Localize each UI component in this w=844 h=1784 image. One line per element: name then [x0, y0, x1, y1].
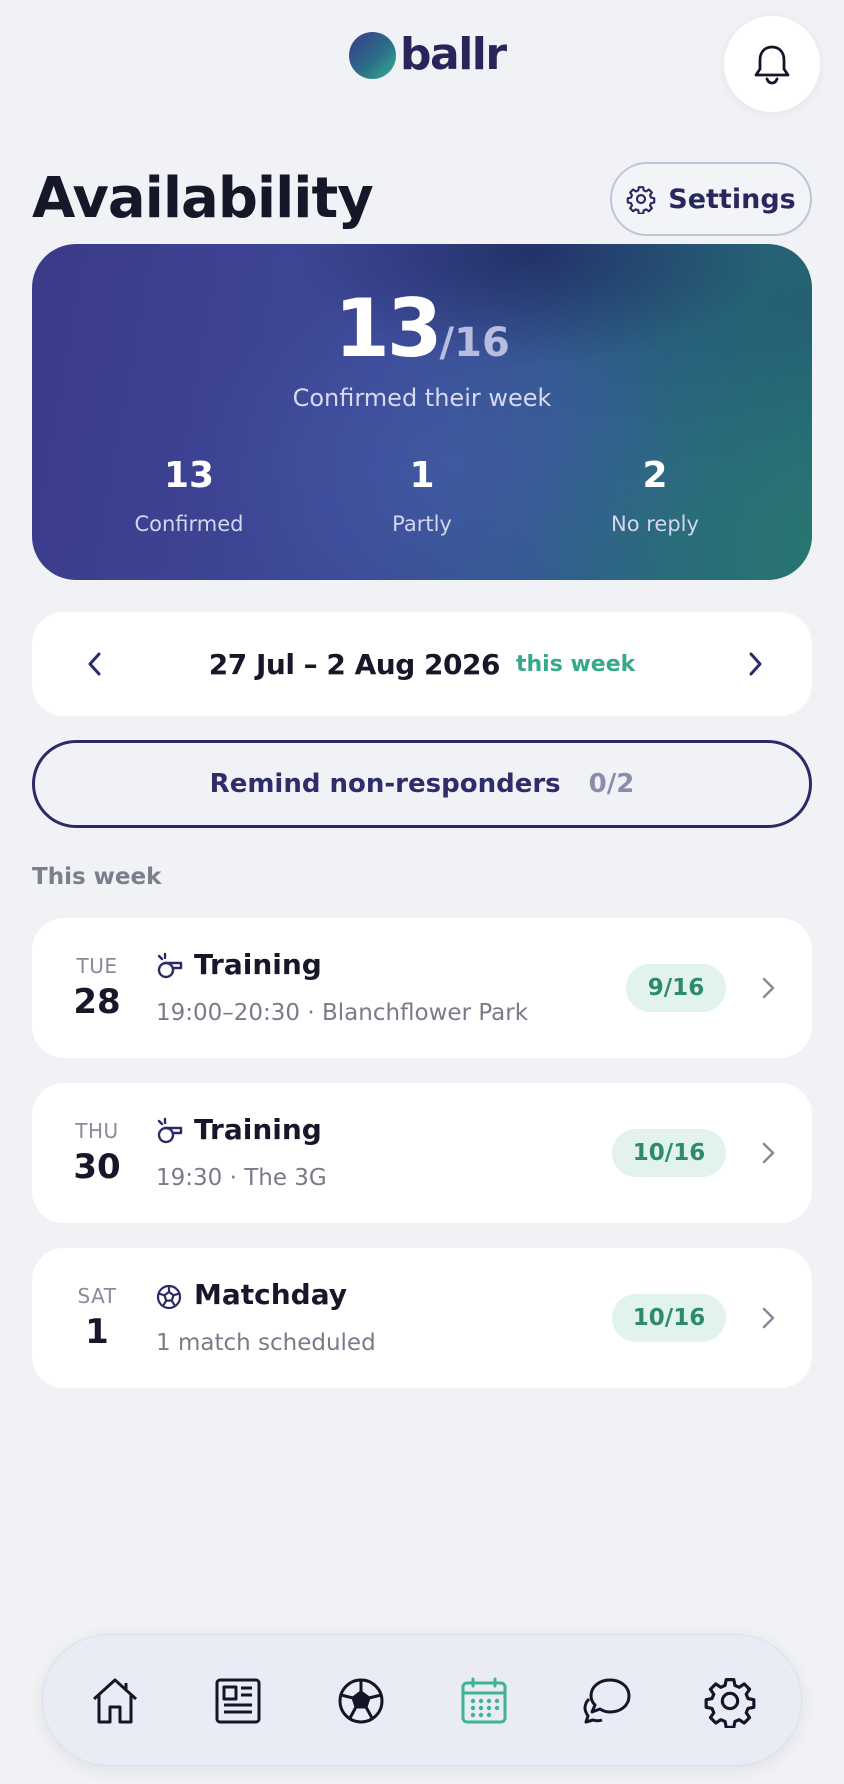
- this-week-tag: this week: [515, 651, 636, 677]
- availability-badge: 9/16: [626, 964, 726, 1012]
- logo-text: ballr: [400, 29, 507, 80]
- next-week-button[interactable]: [730, 639, 780, 689]
- event-details: 19:30 · The 3G: [156, 1165, 327, 1191]
- nav-chat[interactable]: [575, 1669, 639, 1733]
- event-card[interactable]: SAT 1 Matchday 1 match scheduled 10/16: [32, 1248, 812, 1388]
- stat-partly: 1 Partly: [322, 454, 522, 536]
- nav-news[interactable]: [206, 1669, 270, 1733]
- chevron-right-icon: [762, 1142, 775, 1164]
- settings-label: Settings: [668, 183, 796, 215]
- confirmed-count: 13: [334, 282, 442, 375]
- stat-label: No reply: [611, 512, 699, 536]
- chevron-left-icon: [88, 652, 101, 676]
- gear-icon: [704, 1678, 756, 1728]
- settings-button[interactable]: Settings: [610, 162, 812, 236]
- event-title: Training: [194, 1113, 322, 1146]
- notifications-button[interactable]: [724, 16, 820, 112]
- chevron-right-icon: [749, 652, 762, 676]
- logo-mark: [349, 31, 396, 79]
- week-label: 27 Jul – 2 Aug 2026 this week: [32, 612, 812, 716]
- nav-settings[interactable]: [698, 1669, 762, 1733]
- event-day: 28: [73, 982, 121, 1022]
- event-weekday: SAT: [77, 1284, 117, 1308]
- section-title: This week: [32, 864, 162, 890]
- news-icon: [215, 1678, 261, 1724]
- gear-icon: [626, 186, 656, 214]
- summary-caption: Confirmed their week: [292, 384, 552, 412]
- total-count: /16: [439, 320, 510, 366]
- event-weekday: TUE: [76, 954, 118, 978]
- nav-home[interactable]: [83, 1669, 147, 1733]
- remind-label: Remind non-responders: [209, 769, 561, 799]
- event-title: Matchday: [194, 1278, 348, 1311]
- bottom-navigation: [42, 1634, 802, 1766]
- nav-matches[interactable]: [329, 1669, 393, 1733]
- confirmed-ratio: 13/16: [32, 282, 812, 375]
- stat-label: Partly: [392, 512, 452, 536]
- stat-label: Confirmed: [134, 512, 244, 536]
- stat-value: 2: [642, 455, 668, 496]
- whistle-icon: [157, 1117, 183, 1144]
- stat-confirmed: 13 Confirmed: [89, 454, 289, 536]
- week-range: 27 Jul – 2 Aug 2026: [208, 647, 501, 681]
- remind-count: 0/2: [588, 769, 635, 799]
- weekly-summary-card: 13/16 Confirmed their week 13 Confirmed …: [32, 244, 812, 580]
- previous-week-button[interactable]: [70, 639, 120, 689]
- event-card[interactable]: THU 30 Training 19:30 · The 3G 10/16: [32, 1083, 812, 1223]
- soccer-ball-icon: [156, 1284, 182, 1310]
- page-title: Availability: [32, 166, 374, 231]
- stat-value: 13: [163, 455, 215, 496]
- event-weekday: THU: [75, 1119, 119, 1143]
- event-card[interactable]: TUE 28 Training 19:00–20:30 · Blanchflow…: [32, 918, 812, 1058]
- chat-icon: [583, 1678, 631, 1724]
- nav-availability[interactable]: [452, 1669, 516, 1733]
- chevron-right-icon: [762, 977, 775, 999]
- ballr-logo: ballr: [349, 29, 507, 80]
- stat-no-reply: 2 No reply: [555, 454, 755, 536]
- home-icon: [92, 1678, 138, 1724]
- availability-badge: 10/16: [612, 1294, 726, 1342]
- availability-screen: ballr Availability Settings 13/16 Confir…: [0, 0, 844, 1784]
- soccer-ball-icon: [338, 1678, 384, 1724]
- week-navigator: 27 Jul – 2 Aug 2026 this week: [32, 612, 812, 716]
- availability-badge: 10/16: [612, 1129, 726, 1177]
- stat-value: 1: [409, 455, 435, 496]
- calendar-icon: [461, 1677, 507, 1724]
- event-day: 1: [85, 1312, 109, 1352]
- event-details: 19:00–20:30 · Blanchflower Park: [156, 1000, 529, 1026]
- event-title: Training: [194, 948, 322, 981]
- bell-icon: [754, 45, 790, 85]
- whistle-icon: [157, 952, 183, 979]
- chevron-right-icon: [762, 1307, 775, 1329]
- remind-non-responders-button[interactable]: Remind non-responders 0/2: [32, 740, 812, 828]
- event-details: 1 match scheduled: [156, 1330, 376, 1356]
- event-day: 30: [73, 1147, 121, 1187]
